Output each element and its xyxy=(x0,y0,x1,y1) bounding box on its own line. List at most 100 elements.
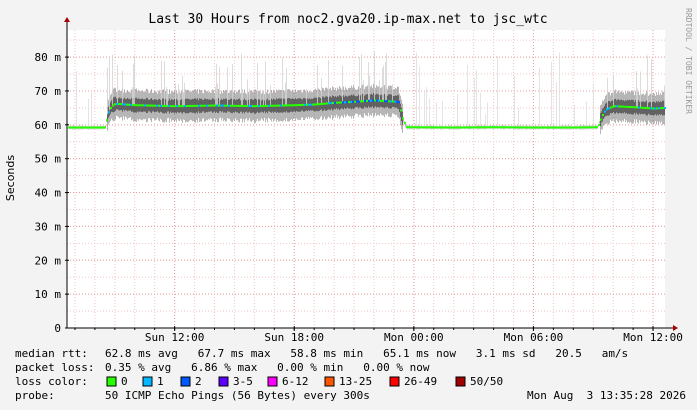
y-tick-label: 0 xyxy=(54,322,61,335)
packet-loss-values: 0.35 % avg 6.86 % max 0.00 % min 0.00 % … xyxy=(105,361,430,374)
smoke-spike xyxy=(369,75,370,101)
median-point xyxy=(354,100,356,103)
smoke-spike xyxy=(321,77,322,104)
median-point xyxy=(132,103,134,106)
median-point xyxy=(176,105,178,108)
median-point xyxy=(506,126,508,129)
median-point xyxy=(334,101,336,104)
median-point xyxy=(116,102,118,105)
median-point xyxy=(388,100,390,103)
median-point xyxy=(488,126,490,129)
median-point xyxy=(360,100,362,103)
median-point xyxy=(110,107,112,110)
median-point xyxy=(398,101,400,104)
median-point xyxy=(524,126,526,129)
smoke-spike xyxy=(664,85,665,108)
median-point xyxy=(422,126,424,129)
median-point xyxy=(122,103,124,106)
median-point xyxy=(344,101,346,104)
loss-color-item: 3-5 xyxy=(233,375,253,388)
median-point xyxy=(330,102,332,105)
smoke-spike xyxy=(342,65,343,103)
median-point xyxy=(304,103,306,106)
median-point xyxy=(384,100,386,103)
median-point xyxy=(568,126,570,129)
y-axis-label: Seconds xyxy=(4,155,17,201)
median-point xyxy=(490,126,492,129)
smoke-spike xyxy=(241,53,242,106)
median-point xyxy=(256,105,258,108)
smoke-spike xyxy=(184,82,185,107)
median-point xyxy=(252,105,254,108)
median-point xyxy=(448,126,450,129)
median-point xyxy=(512,126,514,129)
smoke-spike xyxy=(385,61,386,102)
smoke-spike xyxy=(175,83,176,107)
y-tick-label: 20 m xyxy=(35,254,62,267)
median-point xyxy=(312,103,314,106)
median-point xyxy=(202,104,204,107)
median-point xyxy=(154,104,156,107)
smoke-spike xyxy=(263,90,264,106)
median-point xyxy=(458,126,460,129)
median-point xyxy=(140,104,142,107)
median-point xyxy=(352,100,354,103)
smoke-spike xyxy=(442,100,443,128)
median-point xyxy=(550,126,552,129)
y-tick-label: 70 m xyxy=(35,85,62,98)
median-point xyxy=(634,106,636,109)
smoke-spike xyxy=(361,54,362,102)
median-point xyxy=(468,126,470,129)
y-tick-label: 40 m xyxy=(35,187,62,200)
median-point xyxy=(572,126,574,129)
median-point xyxy=(362,100,364,103)
smokeping-graph: 0 10 m 20 m 30 m 40 m 50 m 60 m 70 m 80 m Sun 12:… xyxy=(0,0,697,410)
timestamp: Mon Aug 3 13:35:28 2026 xyxy=(527,389,686,402)
median-point xyxy=(276,104,278,107)
median-point xyxy=(294,104,296,107)
median-point xyxy=(266,104,268,107)
median-point xyxy=(94,126,96,129)
median-point xyxy=(106,119,108,122)
probe-values: 50 ICMP Echo Pings (56 Bytes) every 300s xyxy=(105,389,370,402)
median-point xyxy=(322,102,324,105)
median-point xyxy=(644,106,646,109)
median-point xyxy=(446,126,448,129)
median-point xyxy=(498,126,500,129)
median-point xyxy=(244,105,246,108)
smoke-spike xyxy=(474,78,475,128)
median-point xyxy=(608,107,610,110)
median-point xyxy=(582,126,584,129)
median-point xyxy=(474,126,476,129)
median-point xyxy=(164,104,166,107)
median-point xyxy=(332,101,334,104)
smoke-spike xyxy=(167,89,168,106)
median-point xyxy=(370,99,372,102)
smoke-spike xyxy=(607,77,608,109)
median-point xyxy=(356,100,358,103)
smoke-spike xyxy=(164,61,165,106)
median-point xyxy=(560,126,562,129)
smoke-spike xyxy=(647,55,648,109)
median-point xyxy=(610,106,612,109)
median-point xyxy=(588,126,590,129)
smoke-spike xyxy=(183,92,184,107)
median-point xyxy=(114,103,116,106)
median-point xyxy=(648,107,650,110)
median-point xyxy=(408,126,410,129)
median-point xyxy=(88,126,90,129)
median-point xyxy=(518,126,520,129)
median-point xyxy=(306,103,308,106)
smoke-spike xyxy=(182,75,183,107)
median-point xyxy=(126,103,128,106)
median-point xyxy=(182,105,184,108)
median-point xyxy=(70,126,72,129)
median-point xyxy=(534,126,536,129)
probe-label: probe: xyxy=(15,389,55,402)
smoke-spike xyxy=(215,86,216,106)
median-rtt-values: 62.8 ms avg 67.7 ms max 58.8 ms min 65.1… xyxy=(105,347,628,360)
median-point xyxy=(358,100,360,103)
loss-color-swatch xyxy=(267,376,278,387)
median-point xyxy=(230,104,232,107)
median-point xyxy=(348,101,350,104)
